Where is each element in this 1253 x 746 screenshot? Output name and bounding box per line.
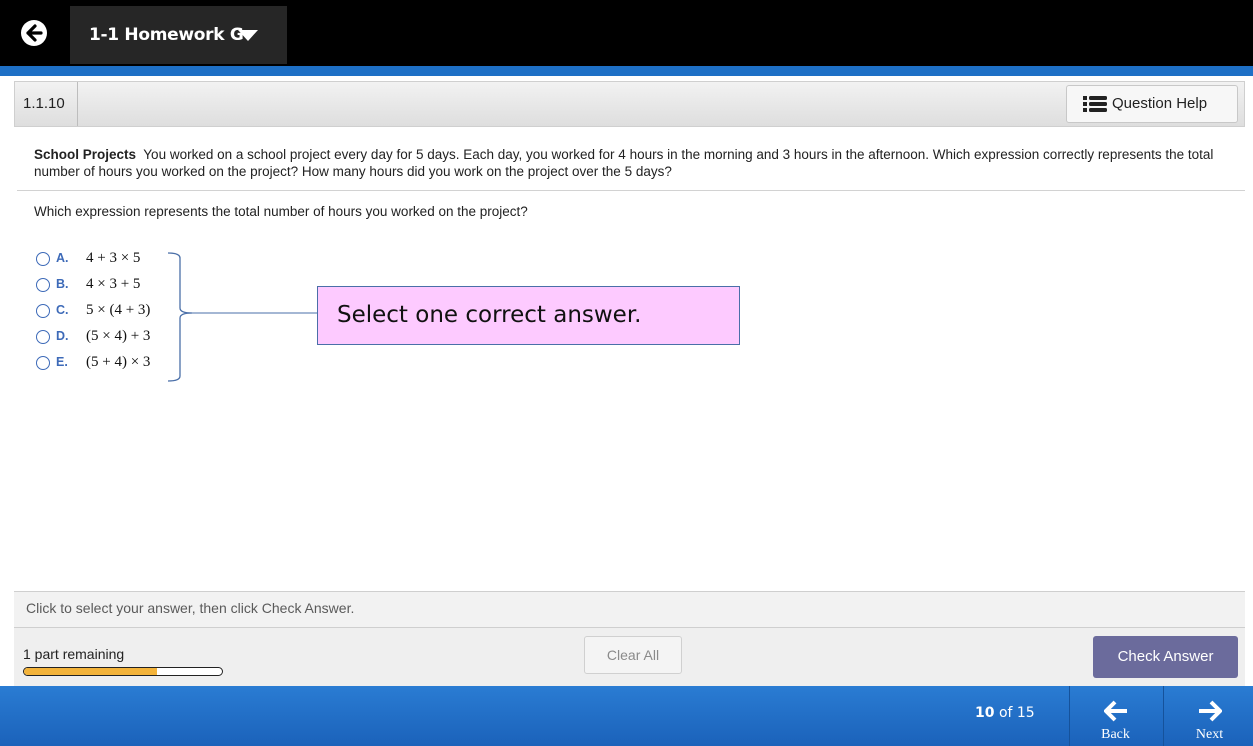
progress-bar (23, 667, 223, 676)
left-arrow-icon (1104, 700, 1127, 722)
annotation-callout: Select one correct answer. (317, 286, 740, 345)
back-label: Back (1101, 727, 1130, 742)
instruction-bar: Click to select your answer, then click … (14, 591, 1245, 628)
right-arrow-icon (1199, 700, 1222, 722)
question-help-button[interactable]: Question Help (1066, 85, 1238, 123)
status-bar: 1 part remaining Clear All Check Answer (14, 628, 1245, 686)
question-pager: 10 of 15 (975, 705, 1035, 721)
parts-remaining: 1 part remaining (23, 646, 125, 662)
next-label: Next (1195, 727, 1224, 742)
current-question: 10 (975, 705, 995, 721)
clear-all-button[interactable]: Clear All (584, 636, 682, 674)
list-icon (1083, 96, 1107, 112)
question-help-label: Question Help (1112, 95, 1208, 112)
back-button[interactable]: Back (1069, 686, 1161, 746)
total-questions: 15 (1016, 705, 1035, 721)
bottom-nav: 10 of 15 Back Next (0, 686, 1253, 746)
options-bracket (167, 252, 317, 382)
check-answer-button[interactable]: Check Answer (1093, 636, 1238, 678)
instruction-text: Click to select your answer, then click … (26, 600, 355, 616)
next-button[interactable]: Next (1163, 686, 1253, 746)
progress-fill (24, 668, 157, 675)
of-label: of (998, 705, 1013, 721)
